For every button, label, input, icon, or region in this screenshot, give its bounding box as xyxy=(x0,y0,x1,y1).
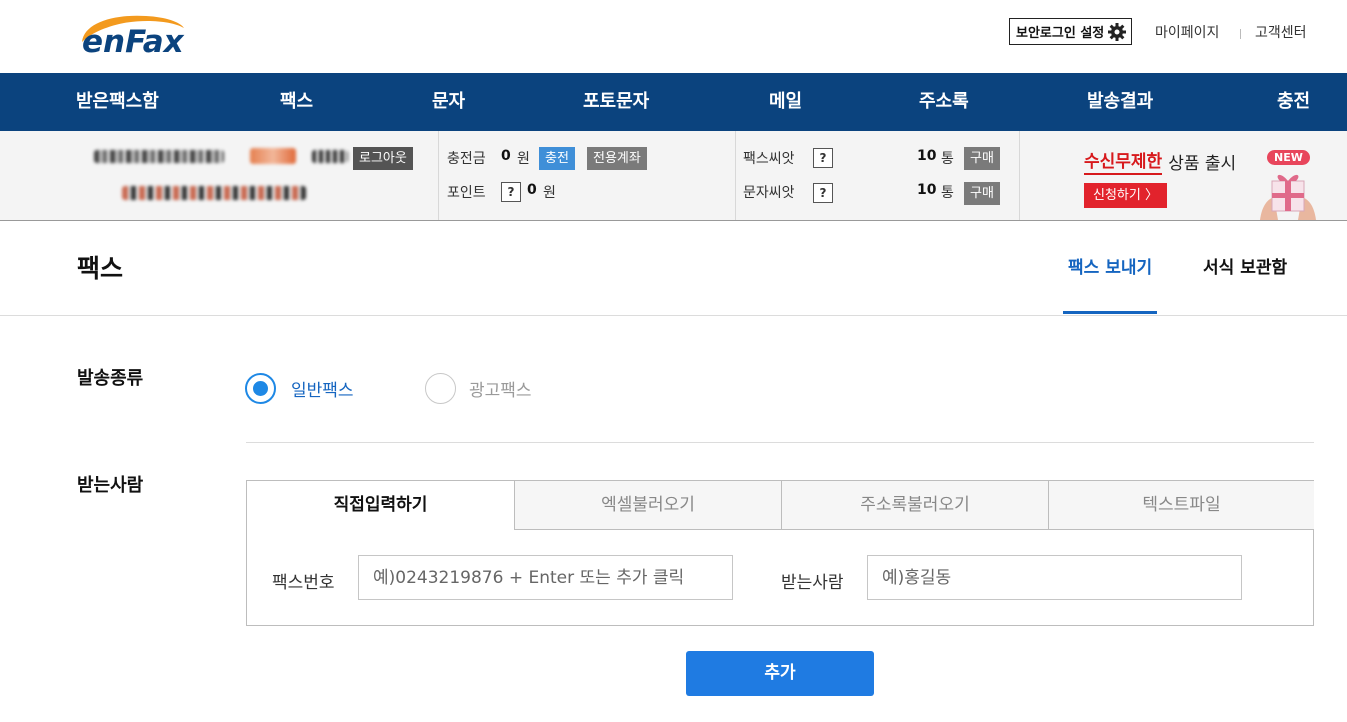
promo-text: 상품 출시 xyxy=(1168,153,1237,174)
nav-item-photo-sms[interactable]: 포토문자 xyxy=(583,73,649,131)
promo-highlight: 수신무제한 xyxy=(1084,147,1163,175)
info-divider xyxy=(1019,131,1020,220)
nav-item-send-results[interactable]: 발송결과 xyxy=(1087,73,1153,131)
top-link-divider xyxy=(1240,29,1241,39)
point-help-icon[interactable]: ? xyxy=(501,182,521,202)
recipient-label: 받는사람 xyxy=(77,475,144,496)
ad-fax-label[interactable]: 광고팩스 xyxy=(469,376,532,401)
tab-excel-import[interactable]: 엑셀불러오기 xyxy=(514,481,781,530)
add-recipient-button[interactable]: 추가 xyxy=(686,651,874,696)
sms-seed-count: 10 xyxy=(917,182,937,198)
radio-general-fax[interactable] xyxy=(245,373,276,404)
point-value: 0 xyxy=(527,182,537,198)
sms-seed-buy-button[interactable]: 구매 xyxy=(964,182,1000,205)
sms-seed-help-icon[interactable]: ? xyxy=(813,183,833,203)
enfax-logo[interactable]: enFax xyxy=(76,12,216,60)
recipient-name-input[interactable] xyxy=(867,555,1242,600)
balance-unit: 원 xyxy=(517,151,530,167)
main-nav: 받은팩스함 팩스 문자 포토문자 메일 주소록 발송결과 충전 xyxy=(0,73,1347,131)
logo-swoosh-icon: enFax xyxy=(82,15,185,60)
nav-item-address-book[interactable]: 주소록 xyxy=(919,73,969,131)
fax-seed-help-icon[interactable]: ? xyxy=(813,148,833,168)
customer-center-link[interactable]: 고객센터 xyxy=(1255,22,1307,42)
balance-label: 충전금 xyxy=(447,151,486,167)
sms-seed-unit: 통 xyxy=(941,185,954,201)
nav-item-mail[interactable]: 메일 xyxy=(769,73,802,131)
radio-ad-fax[interactable] xyxy=(425,373,456,404)
point-unit: 원 xyxy=(543,185,556,201)
tab-address-book-import[interactable]: 주소록불러오기 xyxy=(781,481,1048,530)
new-badge: NEW xyxy=(1267,150,1310,165)
nav-item-charge[interactable]: 충전 xyxy=(1277,73,1310,131)
nav-item-received-fax[interactable]: 받은팩스함 xyxy=(76,73,159,131)
nav-item-sms[interactable]: 문자 xyxy=(432,73,465,131)
fax-seed-label: 팩스씨앗 xyxy=(743,151,795,167)
send-type-label: 발송종류 xyxy=(77,368,144,389)
fax-number-label: 팩스번호 xyxy=(272,573,335,593)
dedicated-account-button[interactable]: 전용계좌 xyxy=(587,147,647,170)
secure-login-label: 보안로그인 설정 xyxy=(1016,26,1105,41)
fax-seed-unit: 통 xyxy=(941,151,954,167)
promo-banner[interactable]: 수신무제한 상품 출시 xyxy=(1084,147,1236,175)
fax-seed-buy-button[interactable]: 구매 xyxy=(964,147,1000,170)
tab-template-storage[interactable]: 서식 보관함 xyxy=(1203,253,1287,278)
gift-box-icon xyxy=(1260,174,1316,220)
nav-item-fax[interactable]: 팩스 xyxy=(280,73,313,131)
recipient-input-panel: 직접입력하기 엑셀불러오기 주소록불러오기 텍스트파일 팩스번호 받는사람 xyxy=(246,480,1314,626)
account-info-bar: 로그아웃 충전금 0 원 충전 전용계좌 포인트 ? 0 원 팩스씨앗 ? 10… xyxy=(0,131,1347,221)
tab-text-file[interactable]: 텍스트파일 xyxy=(1048,481,1314,530)
fax-number-input[interactable] xyxy=(358,555,733,600)
logout-button[interactable]: 로그아웃 xyxy=(353,147,413,170)
header-divider xyxy=(0,315,1347,316)
page-title: 팩스 xyxy=(77,254,124,283)
info-divider xyxy=(735,131,736,220)
promo-apply-button[interactable]: 신청하기 〉 xyxy=(1084,183,1167,208)
general-fax-label[interactable]: 일반팩스 xyxy=(291,376,354,401)
charge-button[interactable]: 충전 xyxy=(539,147,575,170)
sms-seed-label: 문자씨앗 xyxy=(743,185,795,201)
balance-value: 0 xyxy=(501,148,511,164)
fax-seed-count: 10 xyxy=(917,148,937,164)
active-tab-indicator xyxy=(1063,311,1157,314)
mypage-link[interactable]: 마이페이지 xyxy=(1155,22,1219,42)
user-info-blurred xyxy=(90,145,350,205)
gear-icon xyxy=(1108,22,1127,41)
point-label: 포인트 xyxy=(447,185,486,201)
recipient-name-label: 받는사람 xyxy=(781,573,844,593)
info-divider xyxy=(438,131,439,220)
tab-send-fax[interactable]: 팩스 보내기 xyxy=(1068,253,1152,278)
logo-text: enFax xyxy=(82,24,185,60)
tab-direct-input[interactable]: 직접입력하기 xyxy=(247,481,514,530)
send-type-divider xyxy=(246,442,1314,443)
secure-login-settings-button[interactable]: 보안로그인 설정 xyxy=(1009,18,1133,45)
